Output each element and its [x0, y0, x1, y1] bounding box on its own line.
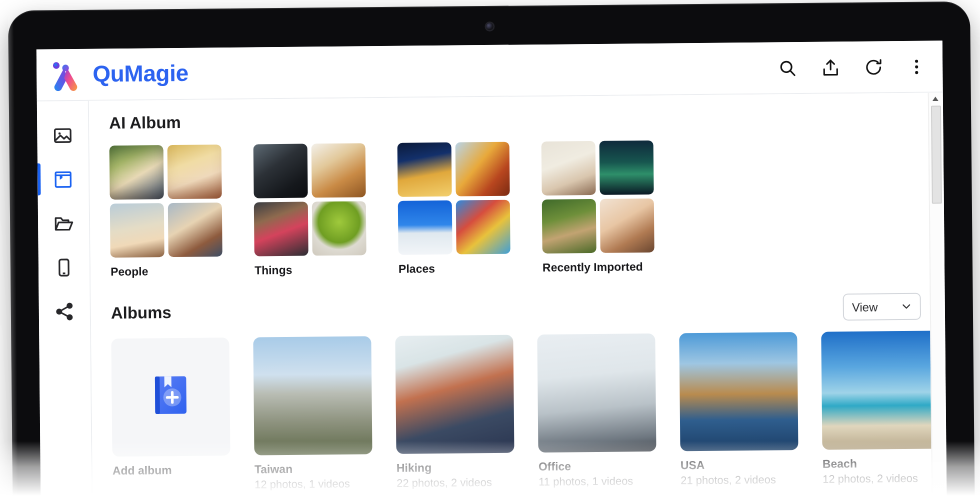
add-album-thumb	[111, 338, 230, 457]
thumb-cell	[253, 144, 308, 199]
sidebar-item-devices[interactable]	[38, 245, 90, 289]
view-select-label: View	[852, 300, 878, 314]
album-card-add[interactable]: Add album	[111, 338, 230, 493]
ai-album-thumb-grid	[253, 143, 366, 256]
album-thumb	[395, 335, 514, 454]
album-name: Taiwan	[254, 463, 372, 476]
thumb-cell	[254, 202, 309, 257]
album-thumb	[253, 336, 372, 455]
mobile-icon	[53, 256, 74, 277]
add-album-book-icon	[145, 369, 196, 424]
qumagie-logo-icon	[48, 58, 82, 90]
ai-album-card-people[interactable]: People	[109, 145, 222, 279]
thumb-cell	[456, 200, 511, 255]
brand-name: QuMagie	[93, 60, 189, 88]
album-card-usa[interactable]: USA 21 photos, 2 videos	[679, 332, 798, 487]
thumb-cell	[541, 141, 596, 196]
sidebar-item-shared[interactable]	[38, 289, 90, 333]
album-meta: 11 photos, 1 videos	[539, 475, 657, 488]
album-name: Beach	[822, 458, 940, 471]
brand[interactable]: QuMagie	[48, 57, 188, 90]
sidebar-item-folders[interactable]	[37, 201, 89, 245]
ai-album-thumb-grid	[541, 140, 654, 253]
thumb-cell	[398, 200, 453, 255]
sidebar	[37, 101, 93, 503]
scroll-up-arrow-icon[interactable]	[929, 93, 942, 106]
album-thumb	[679, 332, 798, 451]
scrollbar-thumb[interactable]	[930, 106, 941, 204]
ai-album-thumb-grid	[109, 145, 222, 258]
albums-row: Add album Taiwan 12 photos, 1 videos Hik…	[111, 331, 946, 493]
ai-album-card-label: People	[110, 266, 222, 279]
thumb-cell	[167, 145, 222, 200]
thumb-cell	[110, 203, 165, 258]
album-meta	[113, 480, 231, 481]
albums-section-title: Albums	[111, 304, 172, 324]
tablet-screen: QuMagie	[36, 41, 946, 503]
thumb-cell	[455, 142, 510, 197]
thumb-cell	[397, 142, 452, 197]
sidebar-item-albums[interactable]	[37, 157, 89, 201]
album-card-taiwan[interactable]: Taiwan 12 photos, 1 videos	[253, 336, 372, 491]
ai-album-card-places[interactable]: Places	[397, 142, 510, 276]
ai-album-card-things[interactable]: Things	[253, 143, 366, 277]
app-header: QuMagie	[36, 41, 942, 102]
ai-album-card-label: Recently Imported	[542, 261, 654, 274]
album-meta: 21 photos, 2 videos	[681, 474, 799, 487]
photo-icon	[52, 124, 73, 145]
album-icon	[53, 168, 74, 189]
album-thumb	[537, 333, 656, 452]
ai-album-row: People Things	[109, 138, 944, 279]
view-select[interactable]: View	[843, 293, 921, 321]
album-name: USA	[680, 459, 798, 472]
album-name: Add album	[112, 465, 230, 478]
screenshot-stage: QuMagie	[0, 0, 980, 503]
folder-icon	[53, 212, 74, 233]
tablet-device-frame: QuMagie	[8, 1, 975, 503]
more-options-icon[interactable]	[907, 56, 927, 76]
front-camera-lens	[486, 23, 493, 30]
refresh-icon[interactable]	[864, 57, 884, 77]
share-icon	[54, 300, 75, 321]
upload-icon[interactable]	[821, 57, 841, 77]
thumb-cell	[109, 145, 164, 200]
album-card-beach[interactable]: Beach 12 photos, 2 videos	[821, 331, 940, 486]
thumb-cell	[600, 198, 655, 253]
thumb-cell	[312, 201, 367, 256]
chevron-down-icon	[901, 301, 912, 312]
album-meta: 22 photos, 2 videos	[397, 477, 515, 490]
album-name: Office	[538, 460, 656, 473]
thumb-cell	[168, 203, 223, 258]
app-body: AI Album People	[37, 93, 947, 503]
ai-album-card-label: Things	[254, 264, 366, 277]
album-thumb	[821, 331, 940, 450]
ai-album-card-label: Places	[398, 263, 510, 276]
search-icon[interactable]	[778, 58, 798, 78]
header-actions	[778, 56, 927, 77]
ai-album-card-recently-imported[interactable]: Recently Imported	[541, 140, 654, 274]
album-name: Hiking	[396, 462, 514, 475]
content-area: AI Album People	[89, 93, 947, 503]
albums-header: Albums View	[111, 293, 945, 328]
ai-album-thumb-grid	[397, 142, 510, 255]
album-meta: 12 photos, 2 videos	[823, 473, 941, 486]
album-card-office[interactable]: Office 11 photos, 1 videos	[537, 333, 656, 488]
ai-album-section-title: AI Album	[109, 107, 943, 134]
thumb-cell	[542, 199, 597, 254]
thumb-cell	[311, 143, 366, 198]
album-card-hiking[interactable]: Hiking 22 photos, 2 videos	[395, 335, 514, 490]
sidebar-item-photos[interactable]	[37, 113, 89, 157]
album-meta: 12 photos, 1 videos	[255, 478, 373, 491]
thumb-cell	[599, 140, 654, 195]
